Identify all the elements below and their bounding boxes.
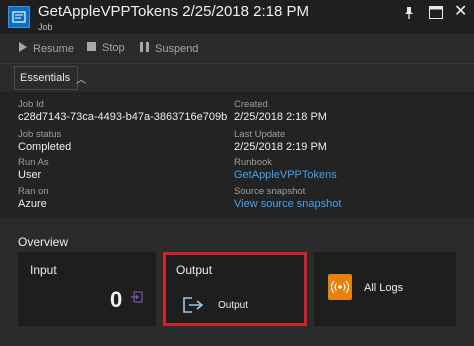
essentials-toggle[interactable]: Essentials ︿ bbox=[14, 66, 86, 90]
pin-icon[interactable] bbox=[402, 6, 416, 20]
resume-label: Resume bbox=[33, 42, 74, 55]
input-count: 0 bbox=[110, 287, 123, 312]
input-icon bbox=[131, 291, 143, 303]
essentials-label: Essentials bbox=[20, 72, 71, 84]
play-icon bbox=[18, 42, 27, 55]
job-status-label: Job status bbox=[18, 129, 62, 140]
job-icon bbox=[8, 6, 30, 28]
source-snapshot-link[interactable]: View source snapshot bbox=[234, 198, 341, 210]
ran-on-label: Ran on bbox=[18, 186, 49, 197]
job-id-value: c28d7143-73ca-4493-b47a-3863716e709b bbox=[18, 111, 228, 123]
resume-button[interactable]: Resume bbox=[18, 42, 74, 55]
stop-label: Stop bbox=[102, 42, 125, 54]
run-as-label: Run As bbox=[18, 157, 49, 168]
page-title: GetAppleVPPTokens 2/25/2018 2:18 PM bbox=[38, 3, 310, 20]
run-as-value: User bbox=[18, 169, 42, 181]
command-bar: Resume Stop Suspend bbox=[0, 38, 474, 62]
job-status-value: Completed bbox=[18, 141, 72, 153]
overview-heading: Overview bbox=[18, 235, 69, 249]
pause-icon bbox=[140, 42, 149, 55]
toolbar-divider bbox=[0, 63, 474, 64]
stop-button[interactable]: Stop bbox=[87, 42, 125, 54]
runbook-link[interactable]: GetAppleVPPTokens bbox=[234, 169, 337, 181]
maximize-icon[interactable] bbox=[429, 6, 443, 19]
source-snapshot-label: Source snapshot bbox=[234, 186, 306, 197]
input-title: Input bbox=[30, 263, 57, 277]
highlight-box bbox=[163, 252, 307, 326]
job-id-label: Job Id bbox=[18, 99, 44, 110]
stop-icon bbox=[87, 42, 96, 54]
runbook-label: Runbook bbox=[234, 157, 273, 168]
last-update-label: Last Update bbox=[234, 129, 286, 140]
suspend-label: Suspend bbox=[155, 42, 199, 55]
created-value: 2/25/2018 2:18 PM bbox=[234, 111, 327, 123]
close-icon[interactable]: ✕ bbox=[454, 4, 467, 20]
logs-icon[interactable] bbox=[328, 274, 352, 300]
last-update-value: 2/25/2018 2:19 PM bbox=[234, 141, 327, 153]
blade-header: GetAppleVPPTokens 2/25/2018 2:18 PM Job … bbox=[0, 0, 474, 34]
page-subtitle: Job bbox=[38, 22, 53, 32]
chevron-up-icon: ︿ bbox=[76, 74, 87, 86]
ran-on-value: Azure bbox=[18, 198, 47, 210]
suspend-button[interactable]: Suspend bbox=[140, 42, 198, 55]
all-logs-label[interactable]: All Logs bbox=[364, 282, 403, 294]
created-label: Created bbox=[234, 99, 268, 110]
